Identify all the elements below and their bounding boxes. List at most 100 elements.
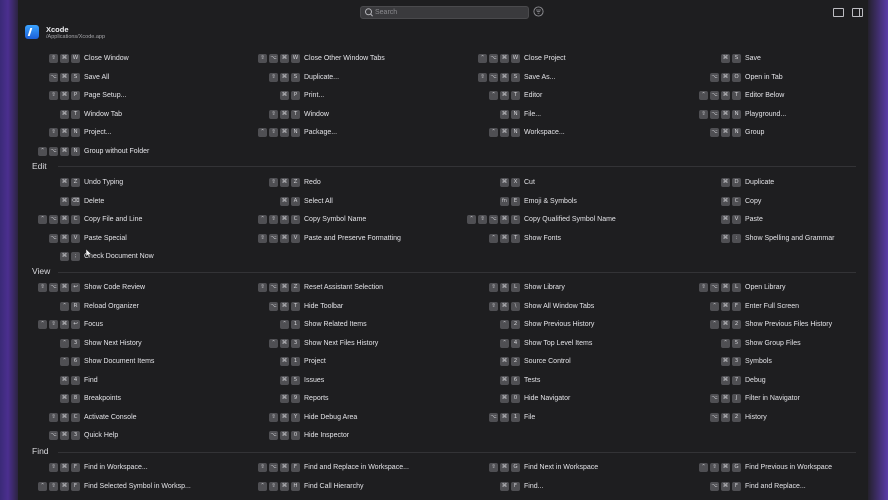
keycap: ⌥	[710, 109, 719, 119]
shortcut-label: Find Selected Symbol in Worksp...	[84, 482, 191, 490]
keycap: ⌘	[721, 128, 730, 137]
keycap: ⌘	[500, 128, 509, 137]
key-combo: ⌘ S	[721, 54, 741, 63]
top-bar: Search	[18, 0, 868, 22]
keycap: 2	[511, 320, 520, 329]
search-icon	[365, 8, 373, 17]
keycap: ⌃	[710, 301, 719, 311]
keycap: 3	[71, 338, 80, 348]
keycap: ⌥	[49, 72, 58, 82]
keycap: 2	[732, 320, 741, 329]
shortcut-label: Find and Replace...	[745, 482, 806, 490]
keycap: ⌘	[721, 178, 730, 187]
keycap: ⌥	[49, 233, 58, 243]
keycap: ⌃	[699, 91, 708, 100]
key-combo: ⇧ ⌘ Z	[269, 178, 300, 187]
shortcut-label: Find Call Hierarchy	[304, 482, 364, 490]
keycap: L	[511, 283, 520, 292]
keycap: ⌘	[280, 196, 289, 206]
key-combo: ⌃ ⌥ ⌘ T	[699, 91, 741, 100]
keycap: ⌥	[489, 215, 498, 224]
keycap: R	[71, 301, 80, 311]
keycap: ⌘	[500, 481, 509, 491]
key-combo: ⇧ ⌥ ⌘ V	[258, 233, 300, 243]
keycap: ⌘	[280, 412, 289, 422]
keycap: ⌘	[60, 252, 69, 261]
key-combo: ⌃ ⇧ ⌘ ↩	[38, 320, 80, 329]
keycap: ⌘	[721, 54, 730, 63]
section-header-find: Find	[32, 446, 49, 456]
keycap: ⌘	[500, 91, 509, 100]
keycap: ⇧	[49, 463, 58, 472]
filter-icon[interactable]	[533, 6, 544, 17]
shortcut-label: File...	[524, 110, 542, 118]
keycap: ⇧	[699, 283, 708, 292]
search-field[interactable]: Search	[360, 6, 529, 19]
shortcut-label: Hide Navigator	[524, 395, 571, 402]
keycap: F	[71, 463, 80, 472]
key-combo: ⇧ ⌘ W	[49, 54, 80, 63]
shortcut-label: Show Next History	[84, 339, 142, 347]
key-combo: ⌘ F	[500, 481, 520, 491]
shortcut-label: Show Library	[524, 284, 565, 291]
shortcut-label: Copy Qualified Symbol Name	[524, 216, 616, 223]
key-combo: ⇧ ⌘ L	[489, 283, 520, 292]
shortcut-label: Reports	[304, 395, 329, 402]
keycap: ⌘	[721, 375, 730, 385]
key-combo: ⌃ ⇧ ⌘ F	[38, 481, 80, 491]
keycap: ⌥	[710, 394, 719, 403]
section-divider	[58, 166, 856, 167]
key-combo: ⇧ ⌘ T	[269, 109, 300, 119]
keycap: ⌘	[721, 91, 730, 100]
shortcut-label: Page Setup...	[84, 92, 127, 99]
keycap: ⌘	[280, 178, 289, 187]
keycap: ⌘	[721, 481, 730, 491]
keycap: G	[732, 463, 741, 472]
keycap: F	[732, 481, 741, 491]
key-combo: ⇧ ⌘ G	[489, 463, 520, 472]
keycap: 3	[732, 357, 741, 366]
keycap: Z	[291, 178, 300, 187]
key-combo: ⌥ ⌘ V	[49, 233, 80, 243]
sidebar-toggle-icon[interactable]	[852, 8, 863, 17]
keycap: ⌘	[60, 320, 69, 329]
keycap: ⌃	[478, 54, 487, 63]
keycap: ⌘	[60, 128, 69, 137]
shortcut-label: Copy File and Line	[84, 216, 143, 223]
keycap: ⇧	[258, 283, 267, 292]
keycap: ⌘	[280, 54, 289, 63]
key-combo: ⌘ D	[721, 178, 741, 187]
keycap: ⌘	[60, 91, 69, 100]
section-header-view: View	[32, 266, 51, 276]
shortcut-label: Issues	[304, 376, 325, 384]
key-combo: ⌥ ⌘ S	[49, 72, 80, 82]
key-combo: ⇧ ⌘ F	[49, 463, 80, 472]
keycap: ⌃	[710, 320, 719, 329]
shortcut-label: Show Code Review	[84, 284, 146, 291]
shortcut-label: History	[745, 413, 767, 421]
window-mode-icon[interactable]	[833, 8, 844, 17]
key-combo: ⌃ 3	[60, 338, 80, 348]
keycap: W	[71, 54, 80, 63]
shortcut-label: Activate Console	[84, 413, 137, 421]
key-combo: ⌘ P	[280, 91, 300, 100]
keycap: ⌘	[60, 233, 69, 243]
keycap: ⌘	[60, 178, 69, 187]
key-combo: ⌥ ⌘ 0	[269, 431, 300, 440]
key-combo: ⌃ ⇧ ⌘ H	[258, 481, 300, 491]
keycap: N	[511, 109, 520, 119]
keycap: ⌃	[489, 91, 498, 100]
keycap: ⇧	[269, 412, 278, 422]
keycap: ⇧	[269, 178, 278, 187]
shortcut-label: Reload Organizer	[84, 302, 139, 310]
shortcut-label: Workspace...	[524, 129, 565, 136]
keycap: ⇧	[269, 72, 278, 82]
keycap: ⇧	[258, 54, 267, 63]
key-combo: ⌘ A	[280, 196, 300, 206]
key-combo: ⌃ ⌥ ⌘ C	[38, 215, 80, 224]
keycap: ⌥	[49, 283, 58, 292]
keycap: 3	[291, 338, 300, 348]
keycap: 7	[732, 375, 741, 385]
keycap: ⌘	[721, 394, 730, 403]
shortcut-label: Paste	[745, 216, 763, 223]
